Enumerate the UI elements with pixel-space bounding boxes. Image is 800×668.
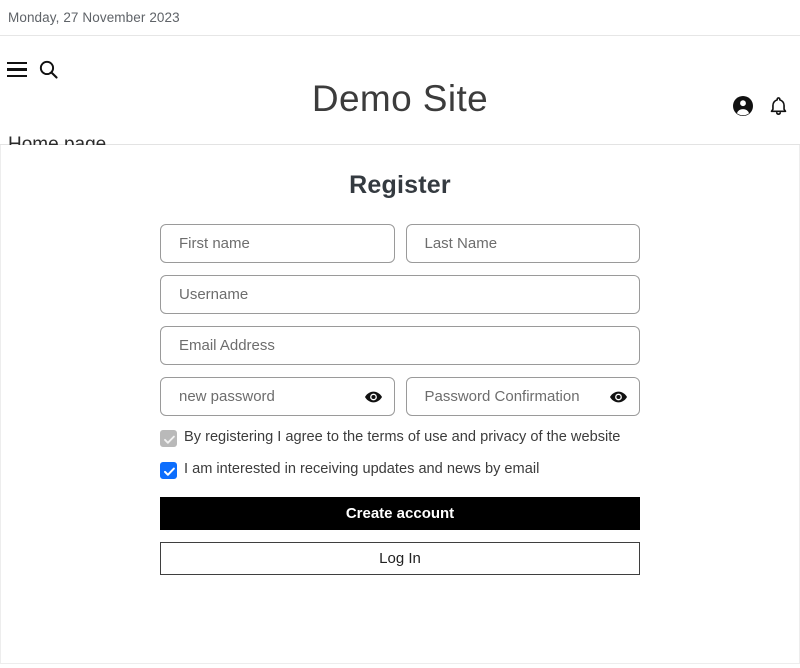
eye-show-password-icon (364, 391, 382, 402)
create-account-button[interactable]: Create account (160, 496, 640, 530)
site-title: Demo Site (311, 78, 489, 119)
first-name-input[interactable] (160, 224, 395, 263)
bell-icon (770, 96, 787, 115)
register-form: Register First name Last Name Username E… (160, 145, 640, 575)
toggle-password-visibility-button[interactable] (364, 387, 383, 406)
terms-checkbox[interactable] (160, 430, 177, 447)
hamburger-menu-button[interactable] (7, 62, 27, 77)
password-confirm-field-wrapper (405, 377, 640, 416)
last-name-input[interactable] (405, 224, 640, 263)
checkmark-icon (164, 435, 175, 444)
username-input[interactable] (160, 275, 640, 314)
name-row (160, 224, 640, 263)
newsletter-checkbox-label: I am interested in receiving updates and… (184, 460, 540, 477)
email-row (160, 326, 640, 365)
page-content-container: Register First name Last Name Username E… (0, 145, 800, 664)
email-field-wrapper (160, 326, 640, 365)
page-title: Register (349, 171, 451, 199)
account-circle-icon (733, 96, 753, 116)
username-row (160, 275, 640, 314)
search-icon (39, 60, 58, 79)
header-left-controls (7, 58, 60, 81)
terms-checkbox-label: By registering I agree to the terms of u… (184, 429, 621, 445)
header-row: Demo Site Home page (0, 36, 800, 154)
log-in-button[interactable]: Log In (160, 541, 640, 575)
notifications-button[interactable] (767, 95, 790, 118)
site-header: Demo Site Home page (0, 36, 800, 154)
search-button[interactable] (37, 58, 60, 81)
password-field-wrapper (160, 377, 395, 416)
checkmark-icon (164, 467, 175, 476)
terms-checkbox-row: By registering I agree to the terms of u… (160, 428, 640, 448)
hamburger-menu-icon (7, 62, 27, 77)
toggle-password-confirm-visibility-button[interactable] (609, 387, 628, 406)
last-name-field-wrapper (405, 224, 640, 263)
current-date-text: Monday, 27 November 2023 (8, 10, 180, 25)
password-confirm-input[interactable] (405, 377, 640, 416)
account-button[interactable] (731, 94, 755, 118)
newsletter-checkbox[interactable] (160, 461, 177, 479)
header-right-controls (731, 94, 790, 118)
password-input[interactable] (160, 377, 395, 416)
email-input[interactable] (160, 326, 640, 365)
date-bar: Monday, 27 November 2023 (0, 0, 800, 36)
first-name-field-wrapper (160, 224, 395, 263)
eye-show-password-icon (610, 391, 627, 402)
password-row (160, 377, 640, 416)
username-field-wrapper (160, 275, 640, 314)
newsletter-checkbox-row: I am interested in receiving updates and… (160, 460, 640, 480)
